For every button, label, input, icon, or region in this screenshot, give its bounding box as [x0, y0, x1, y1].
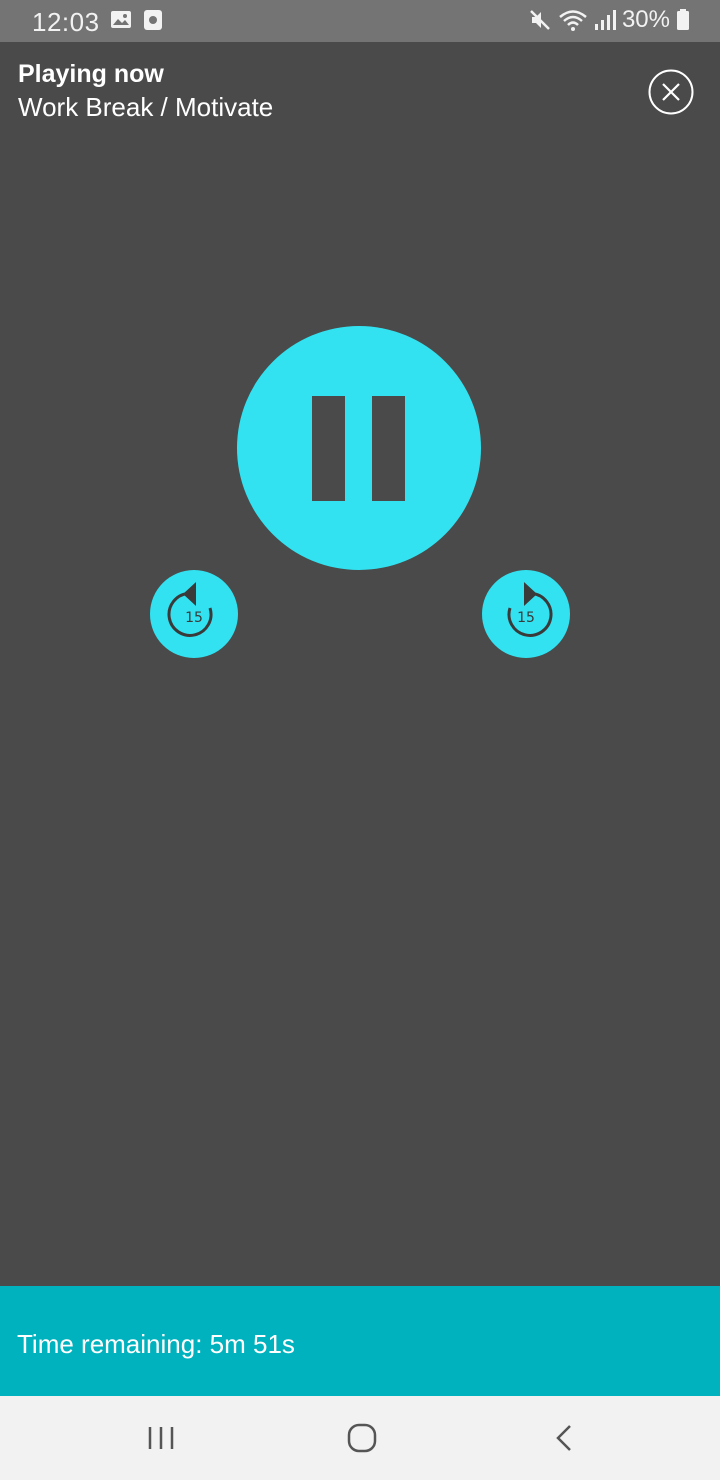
recent-apps-icon [148, 1427, 174, 1449]
navigation-bar [0, 1396, 720, 1480]
recent-apps-button[interactable] [141, 1418, 181, 1458]
pause-button[interactable] [237, 326, 481, 570]
close-circle-icon [648, 69, 694, 115]
wifi-icon [559, 10, 587, 31]
mute-icon [530, 10, 550, 30]
media-icon [144, 10, 162, 30]
back-icon [556, 1425, 571, 1451]
skip-back-15-button[interactable]: 15 [150, 570, 238, 658]
close-button[interactable] [648, 69, 694, 115]
status-time: 12:03 [32, 7, 100, 37]
time-remaining-bar: Time remaining: 5m 51s [0, 1286, 720, 1396]
home-icon [347, 1423, 377, 1453]
status-notification-icons [110, 9, 164, 31]
skip-back-label: 15 [185, 610, 203, 626]
back-button[interactable] [544, 1418, 584, 1458]
home-button[interactable] [342, 1418, 382, 1458]
battery-percentage: 30% [621, 6, 670, 33]
status-bar: 12:03 30% [0, 0, 720, 42]
skip-forward-15-button[interactable]: 15 [482, 570, 570, 658]
track-title: Work Break / Motivate [18, 92, 274, 122]
image-icon [111, 11, 131, 28]
skip-forward-label: 15 [517, 610, 535, 626]
time-remaining-text: Time remaining: 5m 51s [17, 1329, 295, 1359]
now-playing-label: Playing now [18, 60, 164, 88]
signal-icon [594, 10, 616, 30]
status-system-icons: 30% [528, 6, 690, 34]
battery-icon [677, 9, 689, 30]
